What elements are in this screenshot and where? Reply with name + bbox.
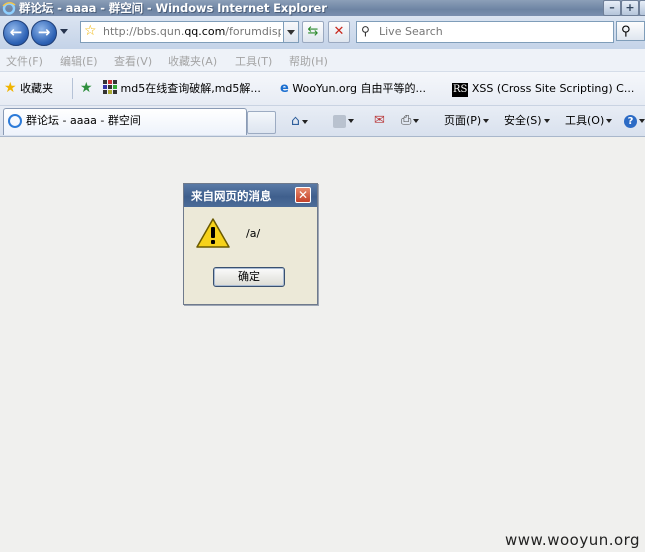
new-tab-button[interactable]: [247, 111, 276, 134]
printer-icon: ⎙: [401, 113, 412, 128]
read-mail-button[interactable]: ✉: [374, 106, 385, 136]
help-icon: ?: [624, 114, 637, 128]
address-url: http://bbs.qun.qq.com/forumdisplay: [103, 25, 281, 38]
grid-icon: [103, 80, 117, 94]
menu-view[interactable]: 查看(V): [114, 53, 152, 69]
rs-icon: RS: [452, 83, 469, 97]
window-title: 群论坛 - aaaa - 群空间 - Windows Internet Expl…: [19, 1, 327, 15]
minimize-button[interactable]: –: [603, 0, 621, 16]
mail-icon: ✉: [374, 113, 385, 128]
warning-icon: [196, 218, 230, 248]
stop-button[interactable]: ✕: [328, 21, 350, 43]
ie-logo-icon: [2, 2, 16, 15]
favorite-link-md5[interactable]: md5在线查询破解,md5解...: [103, 72, 261, 105]
address-dropdown-button[interactable]: [283, 21, 299, 43]
dialog-title: 来自网页的消息: [191, 189, 272, 203]
feeds-button[interactable]: [333, 106, 354, 136]
dialog-message: /a/: [246, 227, 261, 240]
page-menu[interactable]: 页面(P): [444, 106, 490, 136]
refresh-button[interactable]: ⇆: [302, 21, 324, 43]
address-toolbar: ← → ☆ http://bbs.qun.qq.com/forumdisplay…: [0, 16, 645, 49]
menu-favorites[interactable]: 收藏夹(A): [168, 53, 217, 69]
search-placeholder: Live Search: [379, 25, 443, 38]
back-button[interactable]: ←: [3, 20, 29, 46]
window-title-bar: 群论坛 - aaaa - 群空间 - Windows Internet Expl…: [0, 0, 645, 16]
menu-help[interactable]: 帮助(H): [289, 53, 328, 69]
tab-qun-forum[interactable]: 群论坛 - aaaa - 群空间: [3, 108, 247, 135]
tab-label: 群论坛 - aaaa - 群空间: [26, 114, 141, 127]
maximize-button[interactable]: +: [621, 0, 639, 16]
search-input[interactable]: ⚲ Live Search: [356, 21, 614, 43]
favorites-star-icon: ★: [4, 80, 17, 96]
tab-bar: 群论坛 - aaaa - 群空间 ⌂ ✉ ⎙ 页面(P) 安全(S) 工具(O)…: [0, 106, 645, 137]
favorite-star-icon: ☆: [84, 23, 97, 39]
favorites-divider: [72, 78, 73, 99]
menu-file[interactable]: 文件(F): [6, 53, 43, 69]
watermark-text: www.wooyun.org: [505, 531, 641, 549]
ie-page-icon: e: [280, 81, 289, 96]
print-button[interactable]: ⎙: [401, 106, 420, 136]
favorites-bar: ★ 收藏夹 ★ md5在线查询破解,md5解... e WooYun.org 自…: [0, 72, 645, 106]
search-icon: ⚲: [361, 24, 370, 38]
alert-dialog: 来自网页的消息 ✕ /a/ 确定: [183, 183, 318, 305]
favorite-link-xss[interactable]: RS XSS (Cross Site Scripting) C...: [452, 72, 634, 105]
search-button[interactable]: ⚲: [616, 21, 645, 41]
add-to-favorites-icon[interactable]: ★: [80, 72, 93, 105]
home-icon: ⌂: [291, 113, 300, 129]
safety-menu[interactable]: 安全(S): [504, 106, 550, 136]
forward-button[interactable]: →: [31, 20, 57, 46]
dialog-close-button[interactable]: ✕: [295, 187, 311, 203]
close-window-button[interactable]: [639, 0, 645, 16]
favorites-button[interactable]: ★ 收藏夹: [4, 72, 53, 105]
tools-menu[interactable]: 工具(O): [565, 106, 613, 136]
address-field[interactable]: ☆ http://bbs.qun.qq.com/forumdisplay: [80, 21, 284, 43]
favorite-link-wooyun[interactable]: e WooYun.org 自由平等的...: [280, 72, 426, 105]
menu-tools[interactable]: 工具(T): [235, 53, 272, 69]
ok-button[interactable]: 确定: [213, 267, 285, 287]
history-dropdown-icon[interactable]: [60, 29, 68, 34]
rss-icon: [333, 114, 346, 128]
home-button[interactable]: ⌂: [291, 106, 308, 136]
page-content: [0, 137, 645, 552]
menu-edit[interactable]: 编辑(E): [60, 53, 98, 69]
menu-bar: 文件(F) 编辑(E) 查看(V) 收藏夹(A) 工具(T) 帮助(H): [0, 49, 645, 72]
page-loading-icon: [8, 114, 22, 128]
help-button[interactable]: ?: [624, 106, 645, 136]
